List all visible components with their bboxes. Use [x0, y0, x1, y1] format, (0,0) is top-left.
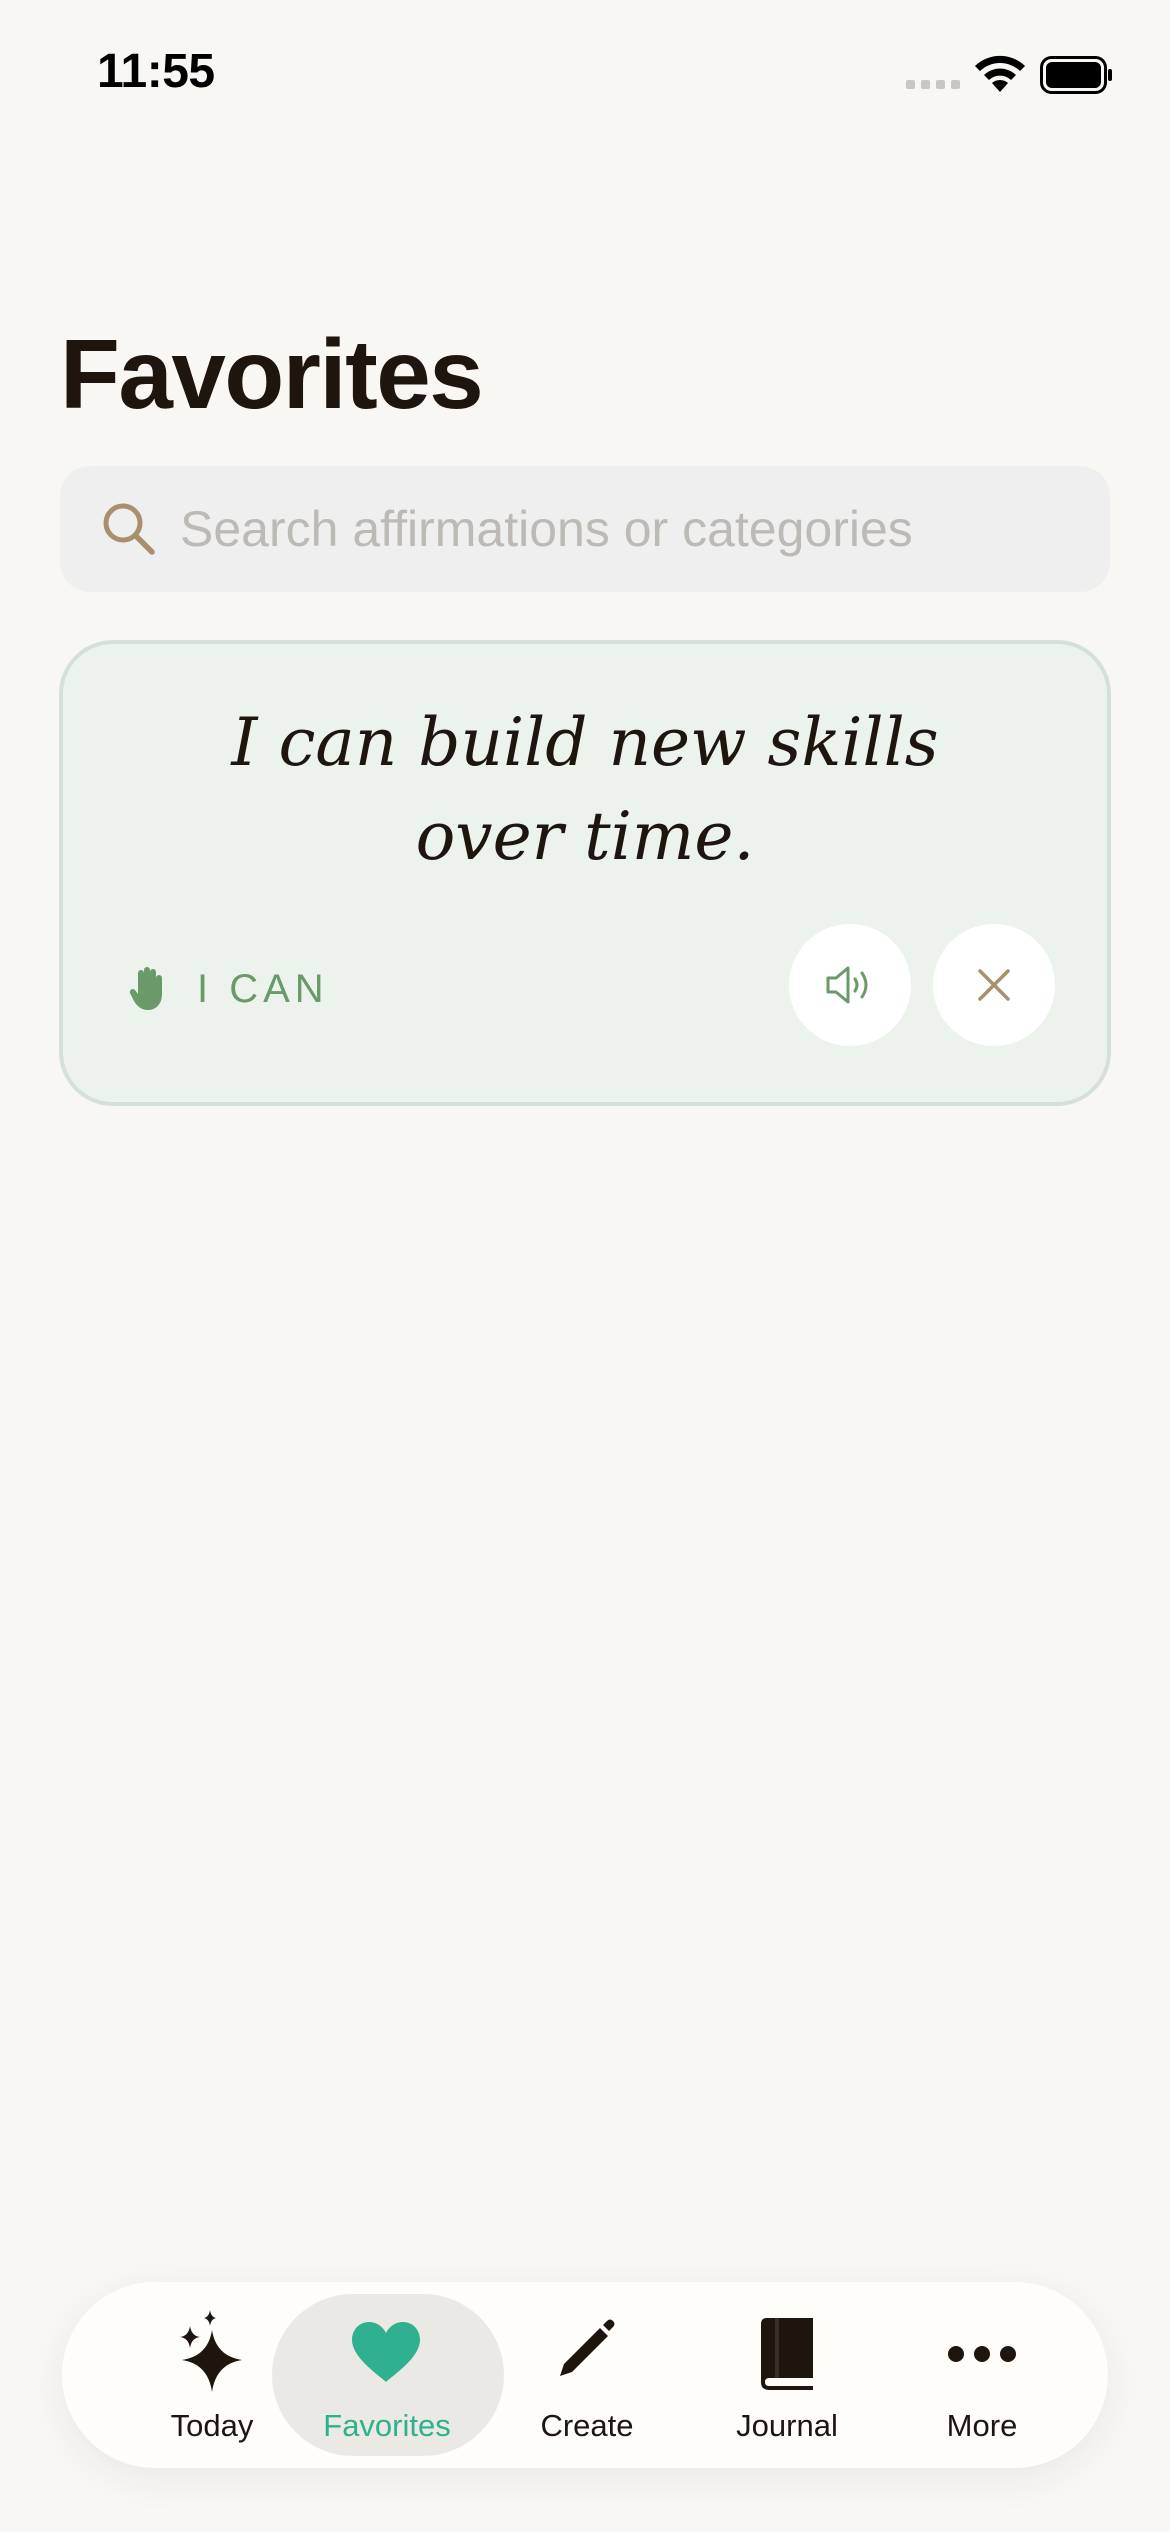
cellular-signal-icon	[906, 80, 960, 89]
page-title: Favorites	[60, 319, 484, 429]
search-bar[interactable]	[60, 466, 1110, 592]
tab-bar: Today Favorites Create Journal More	[62, 2282, 1108, 2468]
tab-journal[interactable]: Journal	[712, 2282, 862, 2468]
affirmation-line: I can build new skills	[231, 704, 939, 781]
tab-label: Favorites	[323, 2408, 451, 2443]
search-input[interactable]	[180, 466, 1080, 592]
remove-favorite-button[interactable]	[933, 924, 1055, 1046]
ellipsis-icon	[948, 2346, 1016, 2362]
tab-more[interactable]: More	[922, 2282, 1042, 2468]
tab-label: Create	[540, 2408, 634, 2443]
affirmation-line: over time.	[415, 798, 755, 875]
status-bar: 11:55	[0, 0, 1170, 150]
tab-favorites[interactable]: Favorites	[302, 2282, 472, 2468]
heart-icon	[352, 2322, 420, 2382]
play-audio-button[interactable]	[789, 924, 911, 1046]
battery-icon	[1040, 56, 1112, 94]
book-icon	[761, 2318, 813, 2390]
close-icon	[978, 969, 1010, 1001]
category-label: I CAN	[197, 966, 329, 1011]
affirmation-text: I can build new skills over time.	[123, 696, 1047, 884]
speaker-icon	[826, 966, 868, 1004]
search-icon	[103, 503, 155, 555]
hand-icon	[129, 967, 162, 1010]
tab-label: Today	[170, 2408, 254, 2443]
tab-create[interactable]: Create	[522, 2282, 652, 2468]
status-time: 11:55	[97, 45, 215, 98]
category-tag: I CAN	[129, 966, 329, 1012]
pencil-icon	[560, 2319, 615, 2376]
tab-label: More	[946, 2408, 1018, 2443]
wifi-icon	[975, 55, 1025, 92]
tab-label: Journal	[736, 2408, 838, 2443]
tab-today[interactable]: Today	[142, 2282, 282, 2468]
affirmation-card[interactable]: I can build new skills over time. I CAN	[59, 640, 1111, 1106]
sparkles-icon	[180, 2310, 242, 2392]
